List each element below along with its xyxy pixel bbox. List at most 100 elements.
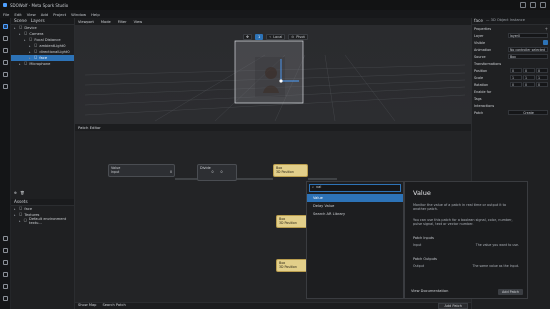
doc-inputs-title: Patch Inputs — [413, 236, 434, 240]
section-tags[interactable]: Tags — [472, 95, 550, 102]
menu-add[interactable]: Add — [41, 12, 48, 17]
value-node[interactable]: Value Input 0 — [108, 164, 175, 177]
share-icon[interactable] — [3, 72, 8, 77]
assets_panel-item[interactable]: ▸ ▢ Default environment textu... — [11, 217, 74, 225]
show-map-button[interactable]: Show Map — [78, 304, 96, 308]
animation-select[interactable]: No controller selected — [508, 47, 548, 52]
search-result-value[interactable]: Value — [307, 194, 403, 202]
chevron-right-icon[interactable]: ▸ — [29, 44, 32, 48]
rotation-row: Rotation 0 0 0 — [472, 81, 550, 88]
scene_panel-item-icon: ▢ — [29, 37, 33, 42]
pivot-toggle[interactable]: ⊙ Pivot — [288, 34, 308, 40]
section-transformations[interactable]: Transformations — [472, 60, 550, 67]
chevron-right-icon[interactable]: ▸ — [24, 38, 27, 42]
position-y-input[interactable]: 0 — [523, 68, 535, 73]
help-icon[interactable] — [3, 248, 8, 253]
tab-viewport[interactable]: Viewport — [78, 20, 94, 24]
enable-for-row[interactable]: Enable for — [472, 88, 550, 95]
box-node-3[interactable]: Box 3D Position — [276, 259, 308, 272]
tab-layers[interactable]: Layers — [31, 18, 45, 23]
effect-icon[interactable] — [3, 36, 8, 41]
patch-editor-title: Patch Editor — [78, 125, 101, 130]
inspector-header: face — 3D Object Instance — [472, 18, 550, 25]
minimize-icon[interactable] — [520, 2, 526, 8]
tab-view[interactable]: View — [134, 20, 143, 24]
add-object-icon[interactable]: ⊕ — [14, 192, 17, 196]
maximize-icon[interactable] — [530, 2, 536, 8]
box-node-1[interactable]: Box 3D Position — [273, 164, 308, 177]
chevron-right-icon[interactable]: ▸ — [29, 50, 32, 54]
rotation-x-value: 0 — [512, 82, 515, 87]
doc-desc-2: You can use this patch for a boolean sig… — [413, 217, 513, 226]
chevron-right-icon[interactable]: ▸ — [14, 207, 17, 211]
box-node-2[interactable]: Box 3D Position — [276, 215, 308, 228]
test-on-device-icon[interactable] — [3, 296, 8, 301]
section-interactions[interactable]: Interactions — [472, 102, 550, 109]
rotation-y-input[interactable]: 0 — [523, 82, 535, 87]
scale-y-input[interactable]: 1 — [523, 75, 535, 80]
rotation-z-input[interactable]: 0 — [536, 82, 548, 87]
section-add-icon[interactable]: ＋ — [545, 26, 548, 31]
menu-edit[interactable]: Edit — [14, 12, 21, 17]
search-result-ar-library[interactable]: Search AR Library — [307, 210, 403, 218]
menu-window[interactable]: Window — [71, 12, 86, 17]
scene_panel-item-icon: ▢ — [34, 49, 38, 54]
menu-help[interactable]: Help — [91, 12, 100, 17]
chevron-right-icon[interactable]: ▸ — [14, 213, 17, 217]
doc-input-key: Input — [413, 243, 422, 247]
search-result-delay-value[interactable]: Delay Value — [307, 202, 403, 210]
position-z-input[interactable]: 0 — [536, 68, 548, 73]
move-tool-button[interactable]: ✥ — [243, 34, 252, 40]
box-node-2-port: 3D Position — [279, 221, 297, 225]
animation-value: No controller selected — [510, 47, 546, 52]
layer-select[interactable]: layer0 — [508, 33, 548, 38]
chevron-right-icon[interactable]: ▸ — [19, 62, 22, 66]
capture-icon[interactable] — [3, 60, 8, 65]
search-icon[interactable] — [3, 84, 8, 89]
undo-icon[interactable] — [3, 272, 8, 277]
position-label: Position — [474, 68, 488, 73]
home-icon[interactable] — [3, 24, 8, 29]
menu-project[interactable]: Project — [53, 12, 66, 17]
scene_panel-item[interactable]: ▸ ▢ Microphone — [11, 61, 74, 67]
menu-file[interactable]: File — [3, 12, 9, 17]
doc-input-row: Input The value you want to use. — [413, 243, 519, 247]
tab-filter[interactable]: Filter — [118, 20, 127, 24]
scale-x-input[interactable]: 1 — [510, 75, 522, 80]
add-patch-button[interactable]: Add Patch — [438, 303, 468, 309]
tab-scene[interactable]: Scene — [14, 18, 27, 23]
scale-fields: 1 1 1 — [510, 75, 548, 80]
viewport-panel: Viewport Mode Filter View ✥ 1 ⌁ Local ⊙ … — [75, 18, 544, 145]
scale-z-input[interactable]: 1 — [536, 75, 548, 80]
divide-node[interactable]: Divide 0 0 — [197, 164, 237, 181]
assets_panel-item-icon: ▢ — [19, 212, 23, 217]
local-toggle[interactable]: ⌁ Local — [266, 34, 286, 40]
delete-object-icon[interactable]: 🗑 — [20, 192, 25, 196]
viewport-canvas[interactable]: ✥ 1 ⌁Local ⊙Pivot Camera: Front | Near: … — [75, 25, 471, 145]
scene_panel-item-label: ambientLight0 — [39, 44, 66, 48]
redo-icon[interactable] — [3, 284, 8, 289]
source-select[interactable]: Box — [508, 54, 548, 59]
library-icon[interactable] — [3, 260, 8, 265]
chevron-right-icon[interactable]: ▸ — [14, 26, 17, 30]
create-patch-button[interactable]: Create — [508, 110, 548, 115]
tool-toggle-1[interactable]: 1 — [254, 34, 264, 40]
tab-mode[interactable]: Mode — [101, 20, 111, 24]
play-icon[interactable] — [3, 48, 8, 53]
chevron-right-icon[interactable]: ▸ — [19, 32, 22, 36]
settings-icon[interactable] — [3, 236, 8, 241]
view-documentation-link[interactable]: View Documentation — [411, 290, 448, 294]
menu-view[interactable]: View — [27, 12, 36, 17]
search-patch-button[interactable]: Search Patch — [102, 304, 125, 308]
chevron-right-icon[interactable]: ▸ — [19, 219, 22, 223]
doc-output-val: The same value as the Input. — [472, 264, 520, 268]
visible-checkbox[interactable] — [543, 40, 548, 45]
rotation-x-input[interactable]: 0 — [510, 82, 522, 87]
doc-add-patch-button[interactable]: Add Patch — [498, 289, 523, 295]
close-icon[interactable] — [540, 2, 546, 8]
visible-label: Visible — [474, 40, 486, 45]
section-properties[interactable]: Properties ＋ — [472, 25, 550, 32]
chevron-right-icon[interactable]: ▸ — [29, 56, 32, 60]
position-x-input[interactable]: 0 — [510, 68, 522, 73]
patch-search-field[interactable]: ⌕ val — [309, 184, 401, 192]
